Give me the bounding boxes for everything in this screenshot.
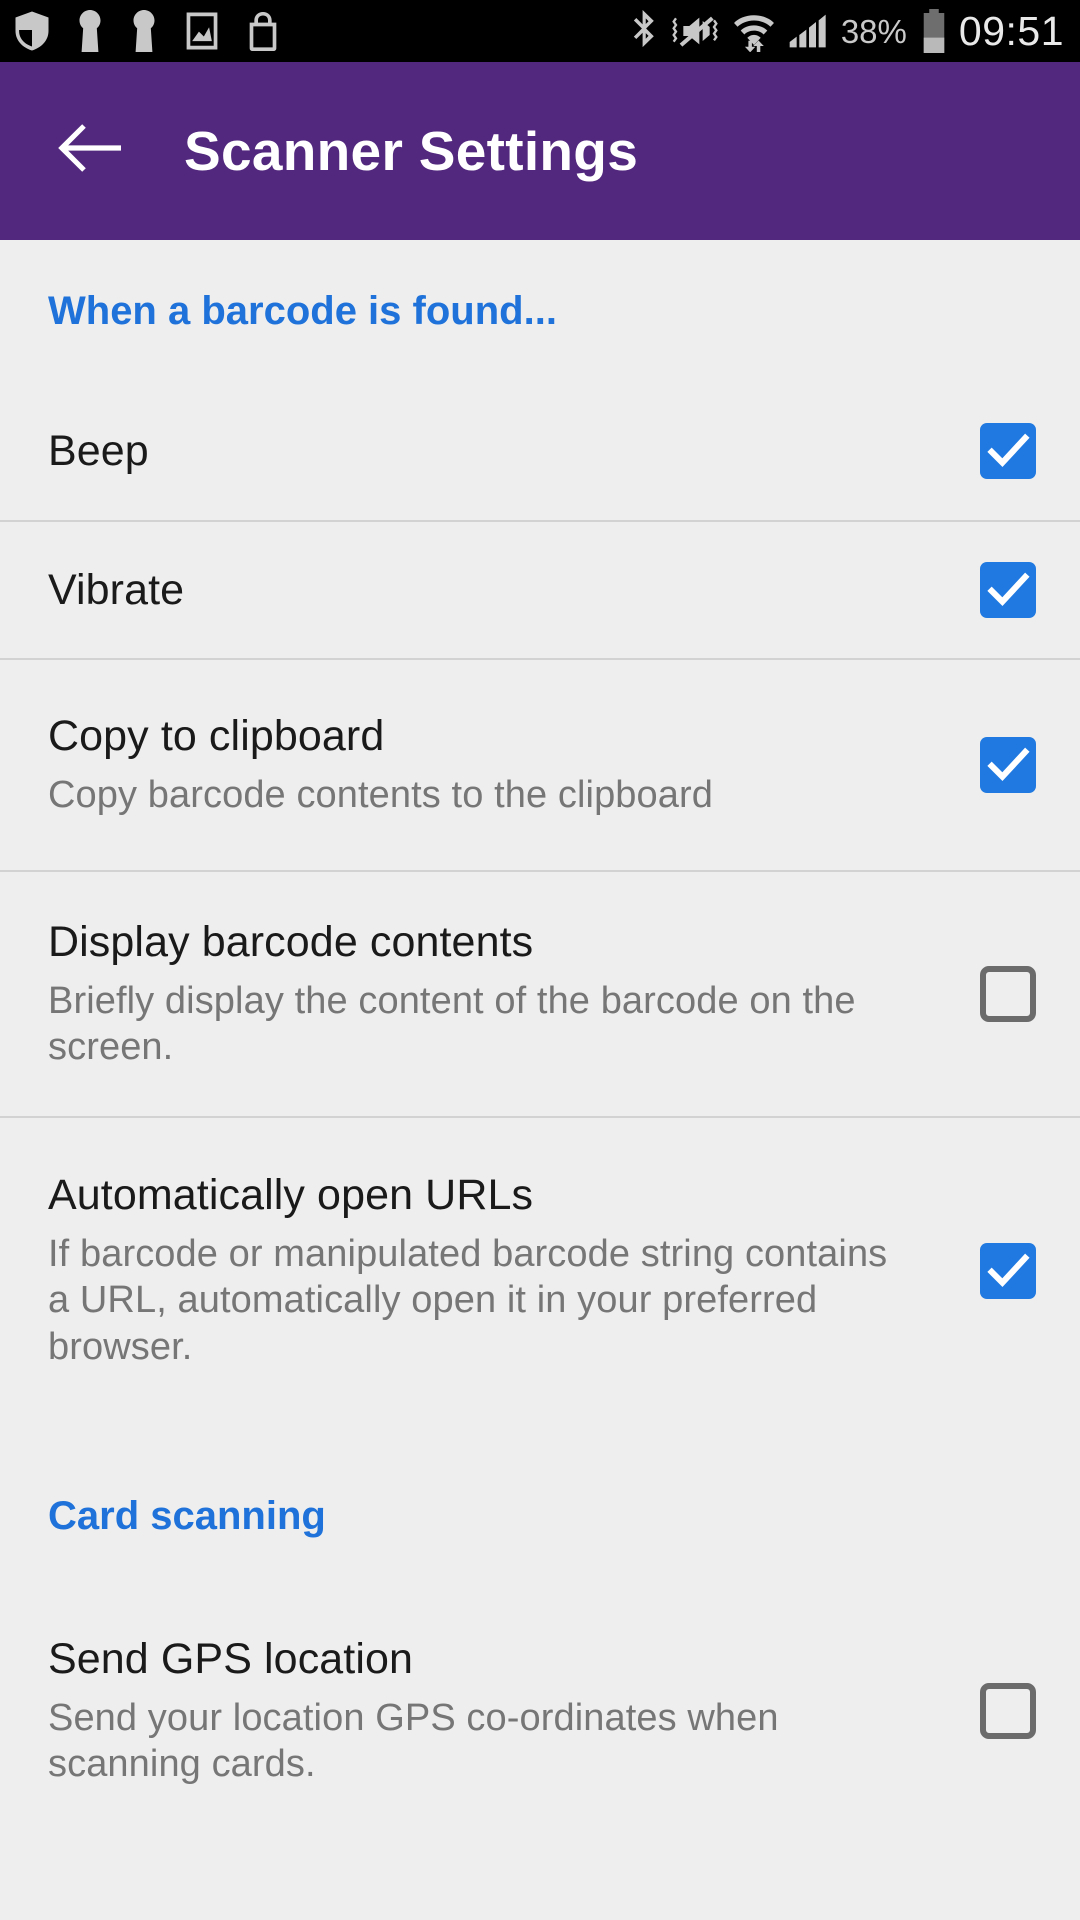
checkbox-display-barcode-contents[interactable] — [980, 966, 1036, 1022]
checkbox-automatically-open-urls[interactable] — [980, 1242, 1036, 1299]
setting-title: Vibrate — [48, 565, 185, 614]
back-button[interactable] — [52, 114, 126, 188]
vibrate-muted-icon — [669, 11, 721, 51]
row-texts: Send GPS location Send your location GPS… — [48, 1635, 888, 1788]
key-icon — [76, 10, 104, 52]
setting-title: Beep — [48, 426, 149, 475]
status-bar-right-icons: 38% — [631, 9, 949, 53]
checkbox-copy-to-clipboard[interactable] — [980, 737, 1036, 793]
page-title: Scanner Settings — [184, 120, 639, 182]
shield-icon — [14, 11, 50, 51]
app-bar: Scanner Settings — [0, 62, 1080, 240]
section-header-barcode-found: When a barcode is found... — [48, 288, 557, 333]
setting-row-beep[interactable]: Beep — [0, 382, 1080, 520]
back-arrow-icon — [55, 121, 123, 182]
setting-subtitle: If barcode or manipulated barcode string… — [48, 1233, 888, 1368]
shopping-bag-icon — [246, 11, 280, 51]
row-texts: Vibrate — [48, 566, 184, 614]
settings-list: When a barcode is found... Beep Vibrate … — [0, 240, 1080, 1831]
setting-row-display-barcode-contents[interactable]: Display barcode contents Briefly display… — [0, 872, 1080, 1116]
screenshot-icon — [184, 11, 220, 51]
checkbox-beep[interactable] — [980, 423, 1036, 479]
setting-row-vibrate[interactable]: Vibrate — [0, 522, 1080, 658]
key-icon — [130, 10, 158, 52]
setting-subtitle: Copy barcode contents to the clipboard — [48, 773, 713, 816]
setting-title: Display barcode contents — [48, 917, 534, 966]
section-header-card-scanning: Card scanning — [48, 1493, 326, 1538]
setting-title: Copy to clipboard — [48, 711, 385, 760]
bluetooth-icon — [631, 10, 657, 52]
setting-title: Automatically open URLs — [48, 1170, 534, 1219]
setting-title: Send GPS location — [48, 1634, 414, 1683]
setting-subtitle: Briefly display the content of the barco… — [48, 979, 856, 1069]
cellular-signal-icon — [787, 11, 829, 51]
row-texts: Beep — [48, 427, 149, 475]
row-texts: Copy to clipboard Copy barcode contents … — [48, 712, 713, 819]
status-bar-clock: 09:51 — [958, 7, 1064, 54]
battery-icon — [919, 9, 949, 53]
row-texts: Display barcode contents Briefly display… — [48, 918, 888, 1071]
status-bar-left-icons — [14, 10, 280, 52]
row-texts: Automatically open URLs If barcode or ma… — [48, 1171, 888, 1370]
setting-row-send-gps-location[interactable]: Send GPS location Send your location GPS… — [0, 1591, 1080, 1831]
checkbox-send-gps-location[interactable] — [980, 1683, 1036, 1739]
wifi-icon — [733, 10, 775, 52]
status-bar: 38% 09:51 — [0, 0, 1080, 62]
setting-row-automatically-open-urls[interactable]: Automatically open URLs If barcode or ma… — [0, 1118, 1080, 1423]
setting-row-copy-to-clipboard[interactable]: Copy to clipboard Copy barcode contents … — [0, 660, 1080, 870]
battery-percent-label: 38% — [840, 12, 907, 50]
checkbox-vibrate[interactable] — [980, 562, 1036, 618]
setting-subtitle: Send your location GPS co-ordinates when… — [48, 1696, 779, 1786]
